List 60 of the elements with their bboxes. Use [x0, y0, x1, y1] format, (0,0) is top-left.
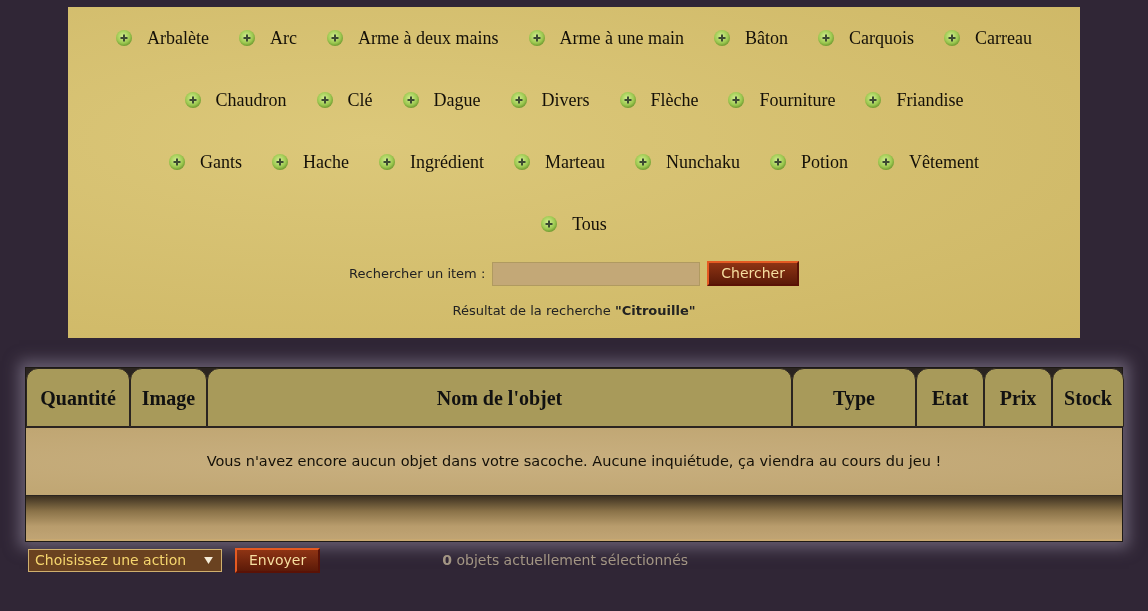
- plus-icon: [116, 30, 133, 46]
- plus-icon: [528, 30, 545, 46]
- action-dropdown[interactable]: Choisissez une action: [28, 549, 222, 572]
- plus-icon: [619, 92, 636, 108]
- search-result-text: Résultat de la recherche "Citrouille": [452, 302, 696, 320]
- caret-icon: [204, 557, 213, 564]
- send-button[interactable]: Envoyer: [235, 548, 321, 573]
- plus-icon: [514, 154, 530, 170]
- plus-icon: [510, 92, 527, 108]
- category-link[interactable]: Chaudron: [184, 86, 287, 114]
- category-link[interactable]: Vêtement: [877, 148, 979, 176]
- plus-icon: [316, 92, 333, 108]
- category-link[interactable]: Nunchaku: [634, 148, 740, 176]
- plus-icon: [634, 154, 651, 170]
- category-link[interactable]: Friandise: [865, 86, 964, 114]
- empty-message: Vous n'avez encore aucun objet dans votre sacoche. Aucune inquiétude, ça viendra au cours du jeu !: [206, 451, 942, 471]
- category-link[interactable]: Potion: [769, 148, 848, 176]
- column-header: Stock: [1052, 368, 1124, 427]
- plus-icon: [817, 30, 834, 46]
- column-header: Prix: [984, 368, 1052, 427]
- plus-icon: [541, 216, 558, 232]
- category-link[interactable]: Hache: [272, 148, 349, 176]
- plus-icon: [169, 154, 186, 170]
- category-link[interactable]: Divers: [510, 86, 590, 114]
- category-link[interactable]: Arc: [239, 24, 298, 52]
- category-link[interactable]: Carquois: [817, 24, 914, 52]
- category-link[interactable]: Bâton: [713, 24, 788, 52]
- column-header: Etat: [916, 368, 984, 427]
- search-field[interactable]: [492, 261, 701, 286]
- plus-icon: [769, 154, 786, 170]
- column-header: Image: [130, 368, 207, 427]
- category-link[interactable]: Fourniture: [728, 86, 836, 114]
- category-link[interactable]: Tous: [541, 210, 607, 238]
- plus-icon: [877, 154, 894, 170]
- search-label: Rechercher un item :: [349, 264, 486, 283]
- category-link[interactable]: Flèche: [619, 86, 699, 114]
- search-button[interactable]: Chercher: [707, 261, 799, 286]
- plus-icon: [943, 30, 960, 46]
- plus-icon: [379, 154, 395, 170]
- category-link[interactable]: Ingrédient: [379, 148, 484, 176]
- column-header: Type: [792, 368, 916, 427]
- category-link[interactable]: Arbalète: [116, 24, 210, 52]
- category-link[interactable]: Dague: [402, 86, 481, 114]
- category-link[interactable]: Arme à deux mains: [327, 24, 499, 52]
- plus-icon: [713, 30, 730, 46]
- category-link[interactable]: Gants: [169, 148, 243, 176]
- plus-icon: [327, 30, 344, 46]
- plus-icon: [272, 154, 289, 170]
- category-link[interactable]: Carreau: [943, 24, 1032, 52]
- category-link[interactable]: Clé: [316, 86, 373, 114]
- selection-count-text: 0 objets actuellement sélectionnés: [442, 551, 689, 570]
- plus-icon: [184, 92, 201, 108]
- plus-icon: [728, 92, 745, 108]
- column-header: Nom de l'objet: [207, 368, 792, 427]
- plus-icon: [402, 92, 419, 108]
- category-link[interactable]: Arme à une main: [528, 24, 684, 52]
- column-header: Quantité: [26, 368, 130, 427]
- plus-icon: [865, 92, 882, 108]
- category-link[interactable]: Marteau: [514, 148, 605, 176]
- plus-icon: [239, 30, 256, 46]
